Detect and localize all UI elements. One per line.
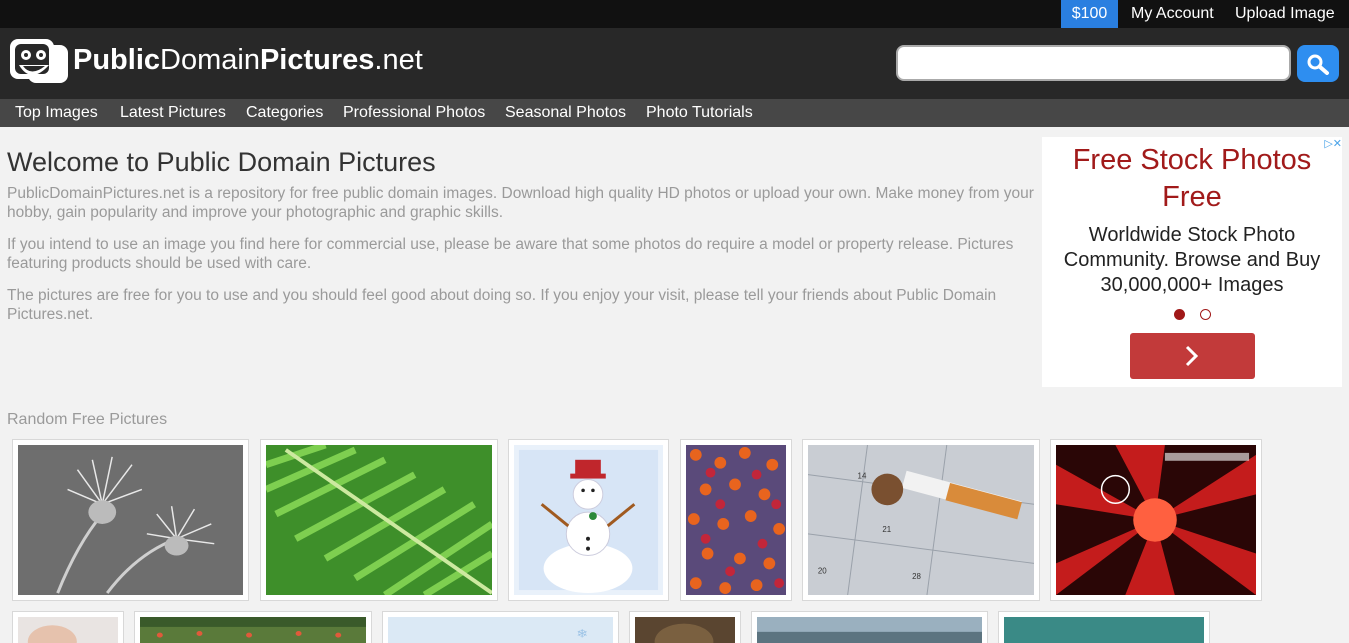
tulips-image xyxy=(686,445,786,595)
my-account-link[interactable]: My Account xyxy=(1131,0,1214,28)
main-navigation: Top Images Latest Pictures Categories Pr… xyxy=(0,99,1349,127)
fern-image xyxy=(266,445,492,595)
chevron-right-icon xyxy=(1185,345,1199,367)
search-button[interactable] xyxy=(1297,45,1339,82)
svg-text:❄: ❄ xyxy=(576,628,588,642)
search-icon xyxy=(1307,54,1329,75)
thumbnail-tulips[interactable] xyxy=(680,439,792,601)
free-use-paragraph: The pictures are free for you to use and… xyxy=(7,287,997,323)
ad-body: Worldwide Stock Photo Community. Browse … xyxy=(1063,224,1321,296)
nav-professional-photos[interactable]: Professional Photos xyxy=(343,99,485,127)
thumbnail-snowman[interactable] xyxy=(508,439,669,601)
credit-balance-link[interactable]: $100 xyxy=(1061,0,1118,28)
upload-image-link[interactable]: Upload Image xyxy=(1235,0,1335,28)
thumbnail-sea[interactable] xyxy=(751,611,988,643)
snowman-image xyxy=(514,445,663,595)
owl-image xyxy=(635,617,735,643)
thumbnail-water[interactable] xyxy=(998,611,1210,643)
abstract-red-image xyxy=(1056,445,1256,595)
sea-image xyxy=(757,617,982,643)
site-logo-wordmark[interactable]: PublicDomainPictures.net xyxy=(73,42,423,78)
thumbnail-abstract-red[interactable] xyxy=(1050,439,1262,601)
ad-title[interactable]: Free Stock Photos Free xyxy=(1042,142,1342,216)
logo-word-public: Public xyxy=(73,44,161,76)
search-input[interactable] xyxy=(896,45,1291,81)
intro-paragraph: PublicDomainPictures.net is a repository… xyxy=(7,185,1034,221)
logo-word-domain: Domain xyxy=(160,44,260,76)
commercial-use-paragraph: If you intend to use an image you find h… xyxy=(7,236,1014,272)
cigarette-image: 14 21 20 28 xyxy=(808,445,1034,595)
svg-text:20: 20 xyxy=(818,566,827,575)
logo-word-net: .net xyxy=(374,44,423,76)
nav-top-images[interactable]: Top Images xyxy=(15,99,98,127)
snowflakes-image: ❄ xyxy=(388,617,613,643)
advertisement[interactable]: ▷✕ Free Stock Photos Free Worldwide Stoc… xyxy=(1042,137,1342,387)
ad-slide-dot-active[interactable] xyxy=(1174,309,1185,320)
svg-text:14: 14 xyxy=(858,472,867,481)
ad-next-button[interactable] xyxy=(1130,333,1255,379)
logo-word-pictures: Pictures xyxy=(259,44,375,76)
thumbnail-park[interactable] xyxy=(134,611,372,643)
thumbnail-baby[interactable] xyxy=(12,611,124,643)
water-image xyxy=(1004,617,1204,643)
thumbnail-owl[interactable] xyxy=(629,611,741,643)
thumbnail-cigarette[interactable]: 14 21 20 28 xyxy=(802,439,1040,601)
ad-slide-dot[interactable] xyxy=(1200,309,1211,320)
site-header: PublicDomainPictures.net xyxy=(0,28,1349,99)
page-title: Welcome to Public Domain Pictures xyxy=(7,147,436,177)
section-heading: Random Free Pictures xyxy=(7,411,168,428)
nav-seasonal-photos[interactable]: Seasonal Photos xyxy=(505,99,626,127)
nav-categories[interactable]: Categories xyxy=(246,99,323,127)
baby-image xyxy=(18,617,118,643)
top-utility-bar: $100 My Account Upload Image xyxy=(0,0,1349,28)
thumbnail-snowflakes[interactable]: ❄ xyxy=(382,611,619,643)
nav-latest-pictures[interactable]: Latest Pictures xyxy=(120,99,226,127)
nav-photo-tutorials[interactable]: Photo Tutorials xyxy=(646,99,753,127)
park-image xyxy=(140,617,366,643)
logo-icon[interactable] xyxy=(9,35,69,93)
svg-text:21: 21 xyxy=(882,525,891,534)
thistle-image xyxy=(18,445,243,595)
thumbnail-thistle[interactable] xyxy=(12,439,249,601)
svg-text:28: 28 xyxy=(912,572,921,581)
thumbnail-fern[interactable] xyxy=(260,439,498,601)
